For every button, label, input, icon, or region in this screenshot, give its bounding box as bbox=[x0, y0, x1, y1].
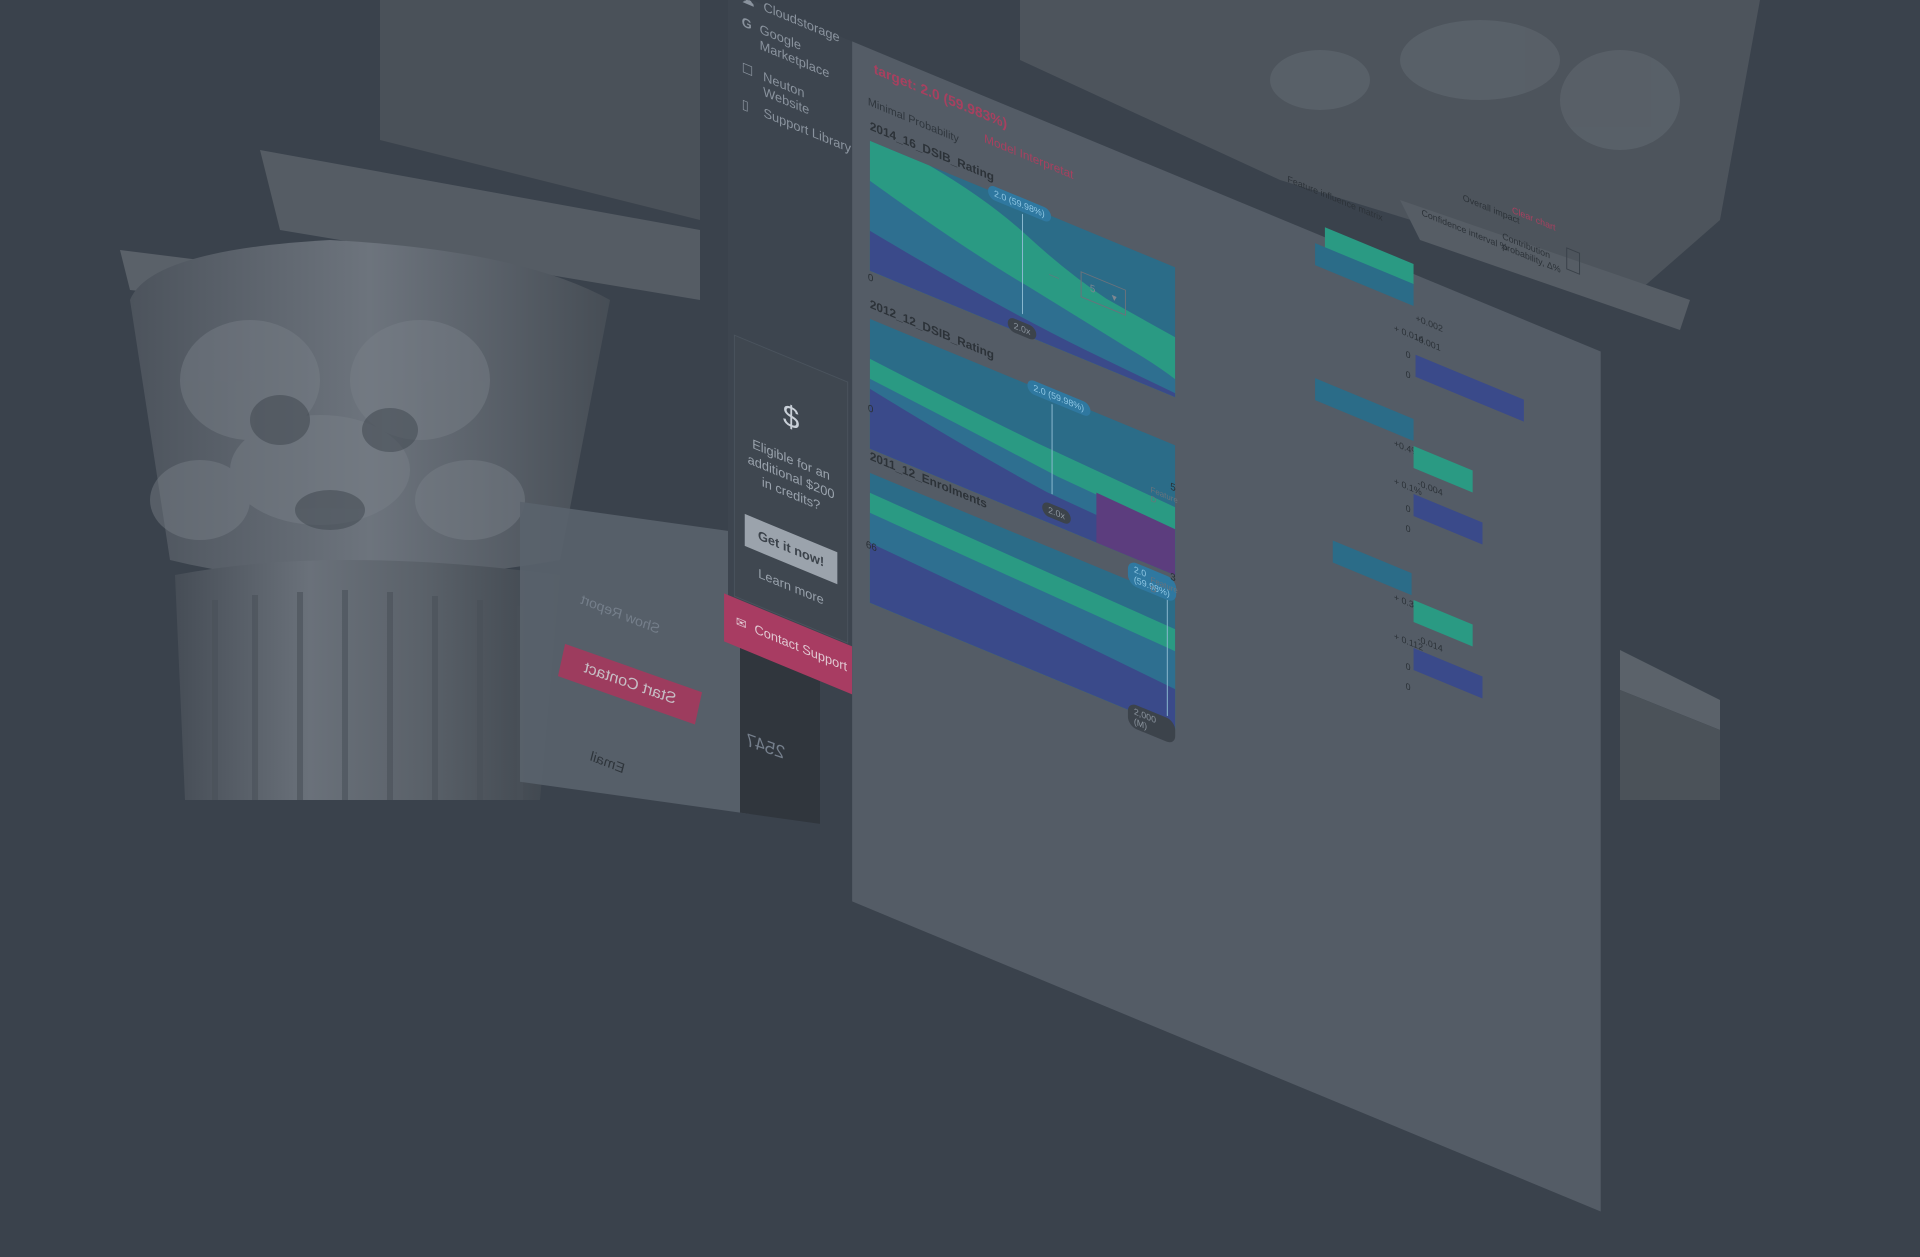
credits-promo: $ Eligible for an additional $200 in cre… bbox=[733, 334, 849, 644]
axis-tick: 0 bbox=[1405, 660, 1411, 673]
stepper-value: 5 bbox=[1089, 282, 1096, 296]
chevron-down-icon: ▾ bbox=[1111, 291, 1117, 305]
axis-tick: 0 bbox=[1405, 348, 1411, 361]
axis-tick: 0 bbox=[1405, 502, 1411, 515]
mail-icon: ✉ bbox=[735, 613, 747, 633]
cloud-icon: ☁ bbox=[742, 0, 756, 10]
axis-end: 5 bbox=[1170, 481, 1176, 495]
axis-tick: 0 bbox=[1405, 680, 1411, 693]
influence-bar bbox=[1332, 540, 1412, 596]
axis-start: 0 bbox=[867, 271, 874, 286]
axis-start: 0 bbox=[867, 402, 874, 417]
influence-value: +0.002 bbox=[1415, 312, 1443, 335]
axis-tick: 0 bbox=[1405, 522, 1411, 535]
google-icon: G bbox=[741, 13, 752, 33]
influence-value: + 0.014 bbox=[1393, 322, 1424, 346]
influence-bar bbox=[1415, 354, 1524, 422]
influence-bar bbox=[1413, 647, 1483, 699]
influence-bar bbox=[1413, 493, 1483, 545]
feature-influence-panel: Feature influence matrix Confidence inte… bbox=[1287, 174, 1581, 1023]
ghost-panel bbox=[520, 501, 750, 815]
chat-icon: ☐ bbox=[741, 59, 754, 80]
influence-bar bbox=[1315, 378, 1414, 441]
book-icon: ▯ bbox=[741, 95, 749, 114]
axis-tick: 0 bbox=[1405, 368, 1411, 381]
axis-end: 3 bbox=[1170, 571, 1176, 585]
model-interpretation-tab[interactable]: Model Interpretat bbox=[984, 131, 1073, 182]
sidebar: ☁ Cloudstorage G Google Marketplace ☐ Ne… bbox=[724, 0, 853, 695]
